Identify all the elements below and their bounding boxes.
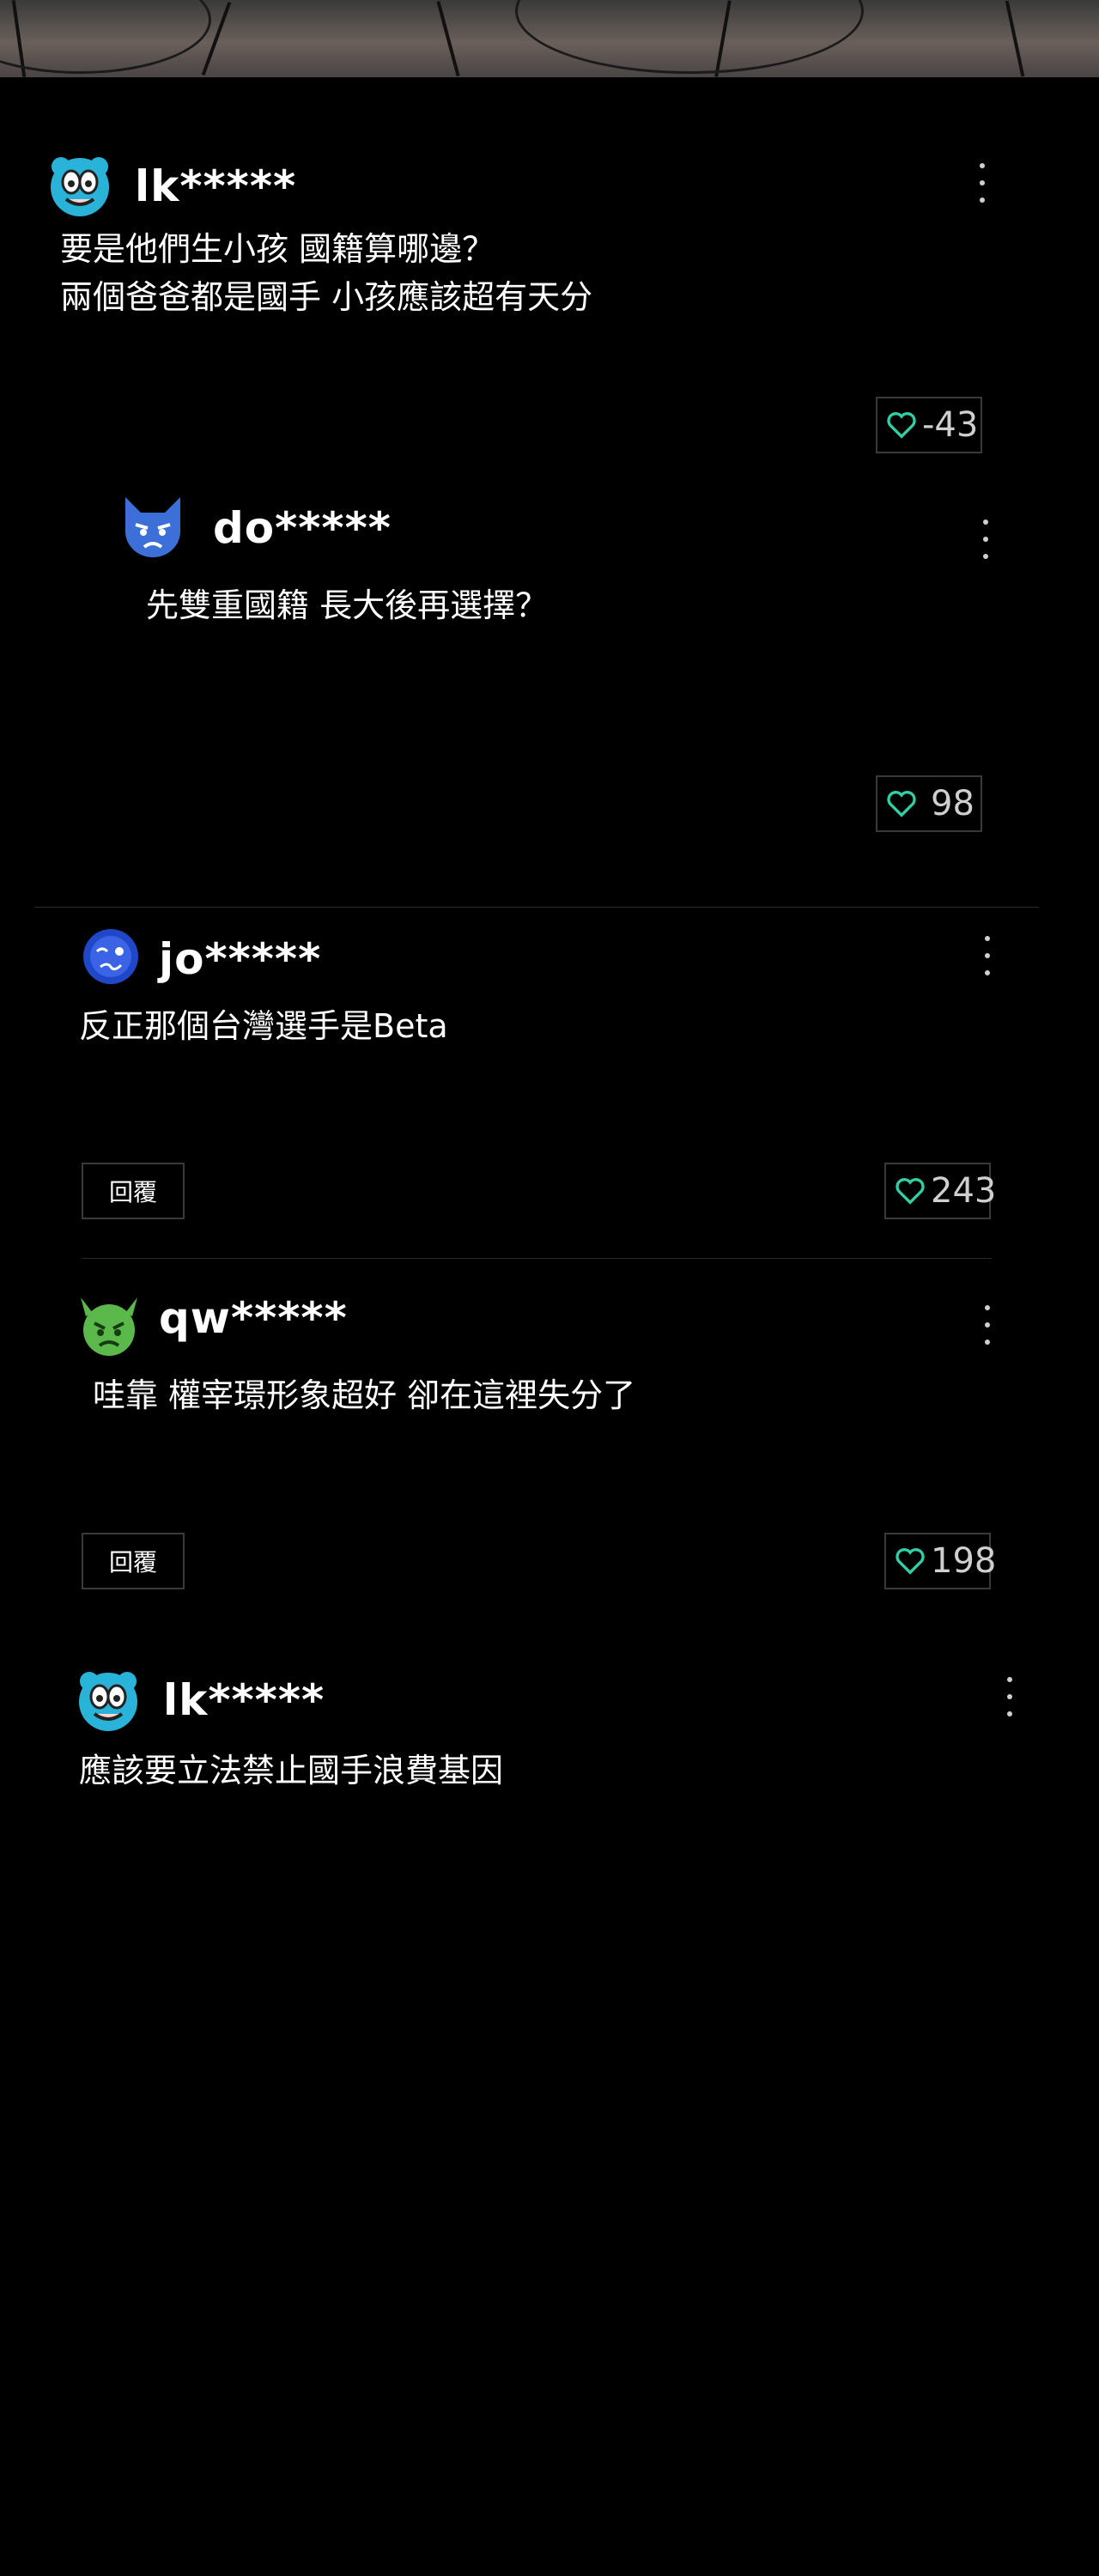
like-count: 98 [931,784,975,823]
more-options-icon[interactable] [974,163,991,203]
comment-username: lk***** [163,1675,325,1725]
like-count: 198 [931,1541,997,1581]
like-button[interactable]: 198 [884,1533,996,1589]
comment-username: qw***** [159,1293,348,1343]
comic-panel-image [0,0,1099,77]
comment-username: jo***** [159,934,322,984]
comment-username: lk***** [135,161,297,211]
blue-skull-face-icon[interactable] [47,153,112,218]
more-options-icon[interactable] [1001,1677,1018,1716]
section-divider [82,1258,992,1259]
green-angry-devil-icon[interactable] [77,1294,141,1358]
pouting-blue-cat-icon[interactable] [120,494,185,559]
comment-username: do***** [213,503,392,553]
comment-text: 哇靠 權宰璟形象超好 卻在這裡失分了 [93,1376,636,1414]
more-options-icon[interactable] [979,1305,996,1345]
heart-icon [896,1548,925,1575]
heart-icon [896,1178,925,1205]
reply-button[interactable]: 回覆 [82,1163,185,1219]
comment-text: 先雙重國籍 長大後再選擇？ [146,586,549,624]
section-divider [34,907,1039,908]
comment-text: 應該要立法禁止國手浪費基因 [79,1752,504,1789]
comment-text: 反正那個台灣選手是Beta [79,1007,448,1045]
heart-icon [887,412,916,439]
like-button[interactable]: 243 [884,1163,996,1219]
blue-skull-face-icon[interactable] [76,1668,141,1733]
heart-icon [887,791,916,817]
comment-text: 要是他們生小孩 國籍算哪邊？ 兩個爸爸都是國手 小孩應該超有天分 [60,230,593,316]
more-options-icon[interactable] [977,519,994,559]
more-options-icon[interactable] [979,936,996,975]
like-button[interactable]: 98 [876,775,982,832]
like-count: -43 [922,405,979,445]
like-count: 243 [931,1171,997,1211]
like-button[interactable]: -43 [876,397,982,453]
reply-button[interactable]: 回覆 [82,1533,185,1589]
woozy-blue-face-icon[interactable] [82,927,140,986]
